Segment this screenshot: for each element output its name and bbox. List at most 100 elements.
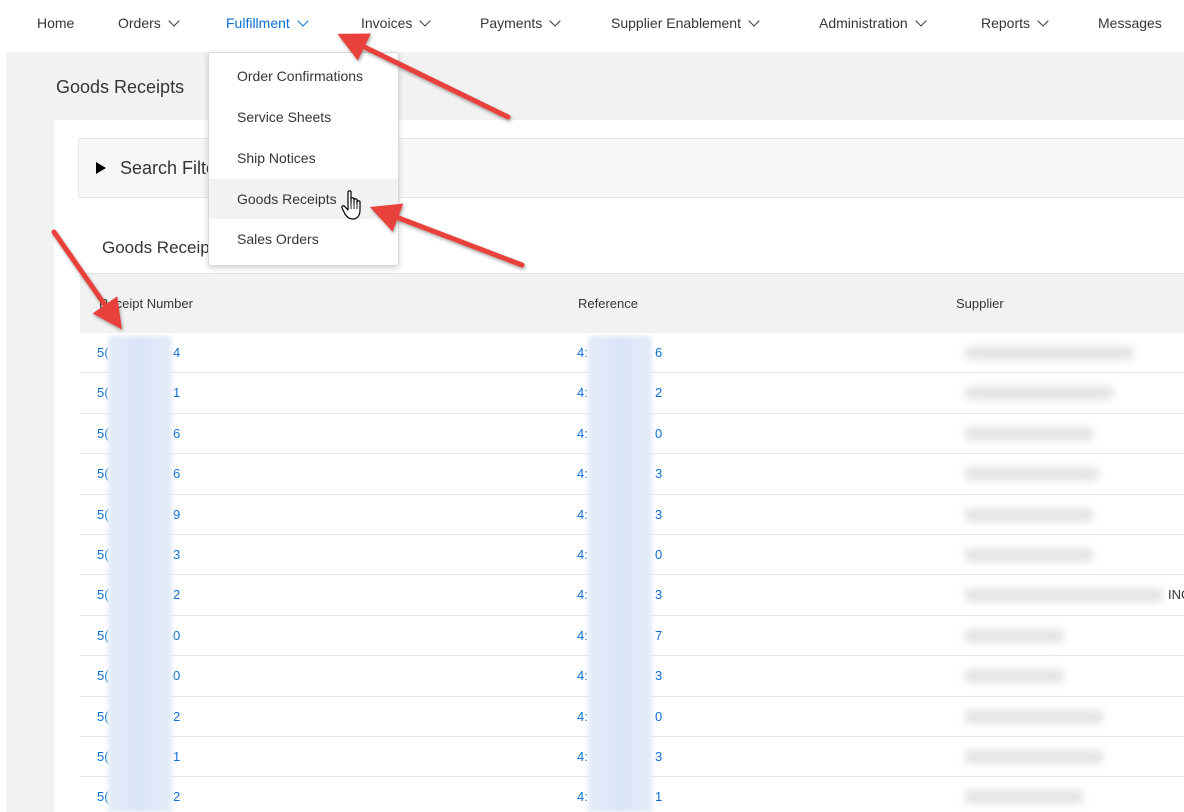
nav-administration-label: Administration <box>819 15 908 31</box>
nav-orders[interactable]: Orders <box>118 14 180 31</box>
reference-link[interactable]: 4: <box>577 709 588 724</box>
nav-fulfillment-label: Fulfillment <box>226 15 290 31</box>
reference-link[interactable]: 4: <box>577 466 588 481</box>
reference-link-suffix[interactable]: 0 <box>655 709 662 724</box>
chevron-down-icon <box>297 14 309 27</box>
reference-link-suffix[interactable]: 3 <box>655 668 662 683</box>
reference-link[interactable]: 4: <box>577 789 588 804</box>
receipt-number-link[interactable]: 5( <box>97 709 109 724</box>
receipt-number-link[interactable]: 5( <box>97 507 109 522</box>
receipt-number-link-suffix[interactable]: 2 <box>173 587 180 602</box>
receipt-number-link[interactable]: 5( <box>97 749 109 764</box>
reference-link-suffix[interactable]: 2 <box>655 385 662 400</box>
chevron-down-icon <box>748 14 760 27</box>
receipt-number-link[interactable]: 5( <box>97 385 109 400</box>
receipt-number-link[interactable]: 5( <box>97 547 109 562</box>
receipt-number-link[interactable]: 5( <box>97 628 109 643</box>
nav-messages[interactable]: Messages <box>1098 15 1162 31</box>
column-header-receipt-number[interactable]: Receipt Number <box>99 296 193 311</box>
supplier-redacted <box>964 669 1064 684</box>
chevron-down-icon <box>419 14 432 27</box>
supplier-redacted <box>964 709 1104 724</box>
triangle-right-icon[interactable] <box>96 162 106 174</box>
supplier-redacted <box>964 426 1094 441</box>
menu-item-ship-notices[interactable]: Ship Notices <box>209 138 398 178</box>
nav-home-label: Home <box>37 15 75 31</box>
receipt-number-link-suffix[interactable]: 6 <box>173 466 180 481</box>
supplier-redacted <box>964 749 1104 764</box>
reference-link[interactable]: 4: <box>577 547 588 562</box>
reference-link[interactable]: 4: <box>577 507 588 522</box>
reference-link[interactable]: 4: <box>577 345 588 360</box>
receipt-number-link-suffix[interactable]: 0 <box>173 668 180 683</box>
reference-link-suffix[interactable]: 1 <box>655 789 662 804</box>
nav-invoices[interactable]: Invoices <box>361 14 432 31</box>
fulfillment-dropdown-menu: Order Confirmations Service Sheets Ship … <box>208 52 399 266</box>
reference-link[interactable]: 4: <box>577 749 588 764</box>
reference-link-suffix[interactable]: 0 <box>655 547 662 562</box>
receipt-number-link-suffix[interactable]: 6 <box>173 426 180 441</box>
supplier-name-fragment: INC <box>1168 587 1184 603</box>
column-header-reference[interactable]: Reference <box>578 296 638 311</box>
receipt-number-link[interactable]: 5( <box>97 668 109 683</box>
nav-supplier-enablement[interactable]: Supplier Enablement <box>611 14 760 31</box>
reference-link[interactable]: 4: <box>577 587 588 602</box>
nav-reports[interactable]: Reports <box>981 14 1049 31</box>
nav-administration[interactable]: Administration <box>819 14 927 31</box>
nav-reports-label: Reports <box>981 15 1031 31</box>
menu-item-sales-orders[interactable]: Sales Orders <box>209 219 398 259</box>
chevron-down-icon <box>915 14 927 27</box>
chevron-down-icon <box>168 14 180 27</box>
reference-link-suffix[interactable]: 0 <box>655 426 662 441</box>
chevron-down-icon <box>549 14 561 27</box>
receipt-number-link-suffix[interactable]: 0 <box>173 628 180 643</box>
receipt-number-link-suffix[interactable]: 2 <box>173 709 180 724</box>
page-title: Goods Receipts <box>56 77 185 97</box>
reference-link-suffix[interactable]: 3 <box>655 507 662 522</box>
reference-link[interactable]: 4: <box>577 628 588 643</box>
reference-link-suffix[interactable]: 6 <box>655 345 662 360</box>
menu-item-service-sheets[interactable]: Service Sheets <box>209 97 398 137</box>
reference-link[interactable]: 4: <box>577 426 588 441</box>
nav-payments[interactable]: Payments <box>480 14 561 31</box>
column-header-supplier[interactable]: Supplier <box>956 296 1004 311</box>
menu-item-order-confirmations[interactable]: Order Confirmations <box>209 56 398 96</box>
receipt-number-link-suffix[interactable]: 3 <box>173 547 180 562</box>
menu-item-goods-receipts[interactable]: Goods Receipts <box>209 179 398 219</box>
supplier-redacted <box>964 588 1164 603</box>
reference-link[interactable]: 4: <box>577 668 588 683</box>
redaction-mask-receipt <box>108 336 172 812</box>
supplier-redacted <box>964 386 1114 401</box>
reference-link-suffix[interactable]: 3 <box>655 466 662 481</box>
supplier-redacted <box>964 346 1134 360</box>
nav-home[interactable]: Home <box>37 15 74 31</box>
receipt-number-link[interactable]: 5( <box>97 587 109 602</box>
nav-supplier-enablement-label: Supplier Enablement <box>611 15 741 31</box>
nav-payments-label: Payments <box>480 15 543 31</box>
reference-link-suffix[interactable]: 3 <box>655 587 662 602</box>
nav-orders-label: Orders <box>118 15 161 31</box>
supplier-redacted <box>964 507 1094 522</box>
receipt-number-link-suffix[interactable]: 4 <box>173 345 180 360</box>
chevron-down-icon <box>1037 14 1049 27</box>
top-navigation: Home Orders Fulfillment Invoices Payment… <box>0 0 1184 50</box>
redaction-mask-reference <box>588 336 652 812</box>
receipt-number-link-suffix[interactable]: 1 <box>173 385 180 400</box>
reference-link-suffix[interactable]: 3 <box>655 749 662 764</box>
receipt-number-link-suffix[interactable]: 9 <box>173 507 180 522</box>
supplier-redacted <box>964 467 1099 482</box>
receipt-number-link[interactable]: 5( <box>97 789 109 804</box>
table-header: Receipt Number Reference Supplier <box>80 273 1184 333</box>
nav-fulfillment[interactable]: Fulfillment <box>226 14 309 31</box>
receipt-number-link[interactable]: 5( <box>97 345 109 360</box>
receipt-number-link[interactable]: 5( <box>97 426 109 441</box>
receipt-number-link-suffix[interactable]: 2 <box>173 789 180 804</box>
nav-invoices-label: Invoices <box>361 15 413 31</box>
nav-messages-label: Messages <box>1098 15 1162 31</box>
receipt-number-link[interactable]: 5( <box>97 466 109 481</box>
reference-link[interactable]: 4: <box>577 385 588 400</box>
reference-link-suffix[interactable]: 7 <box>655 628 662 643</box>
supplier-redacted <box>964 790 1084 805</box>
receipt-number-link-suffix[interactable]: 1 <box>173 749 180 764</box>
supplier-redacted <box>964 547 1094 562</box>
